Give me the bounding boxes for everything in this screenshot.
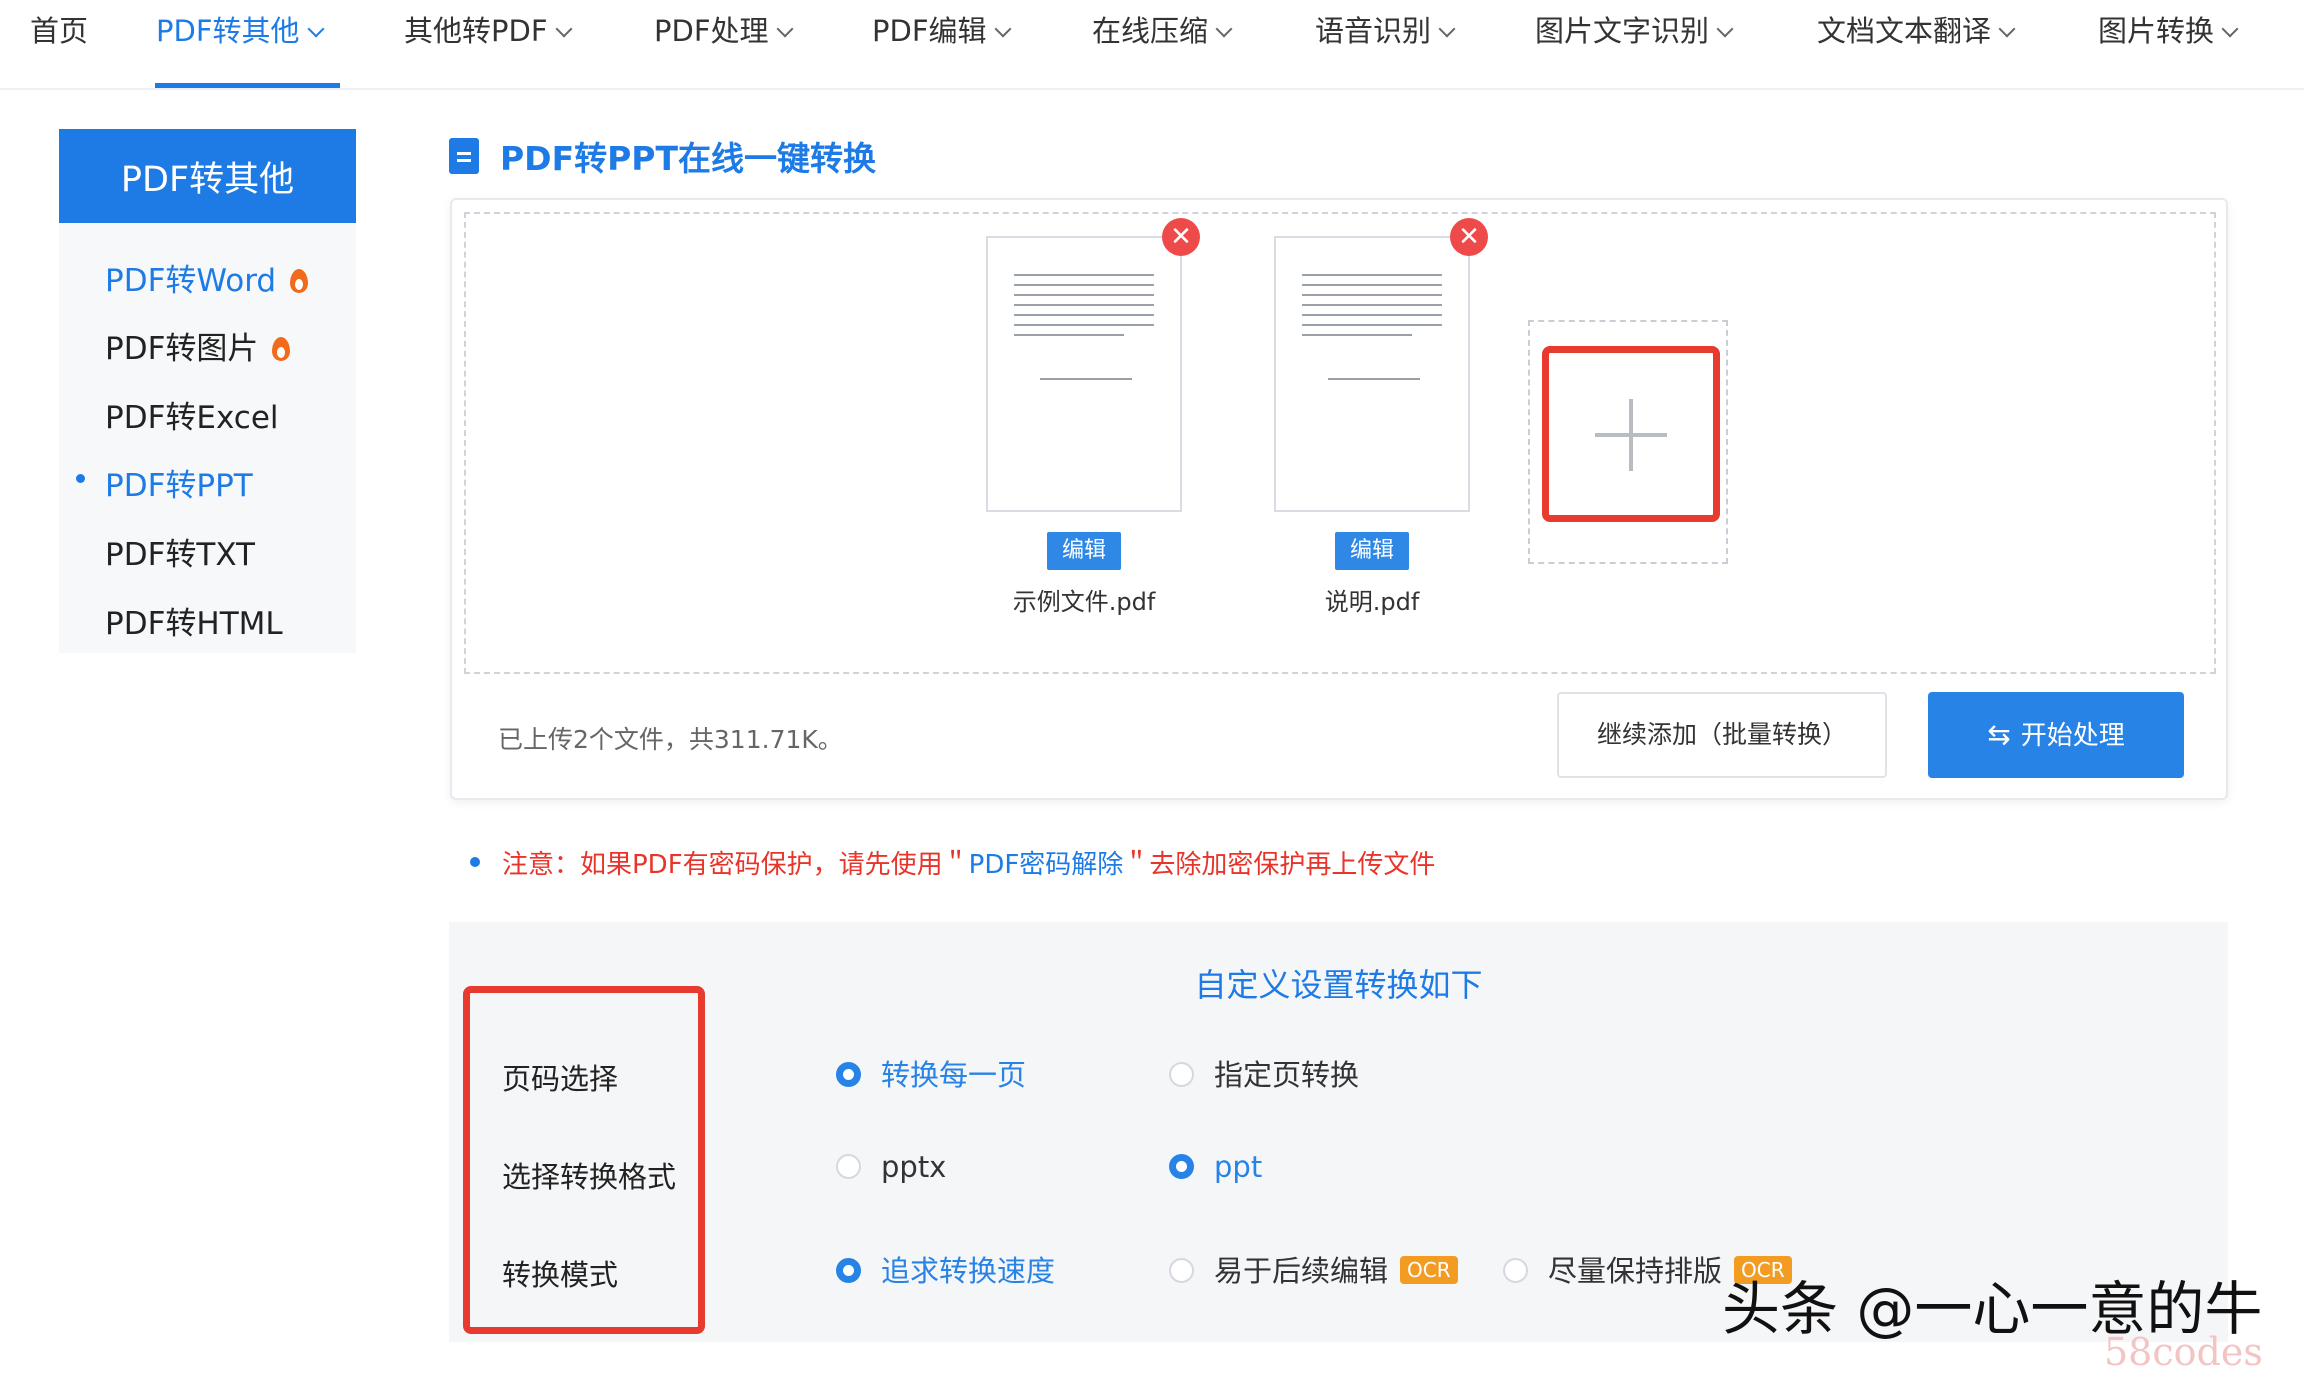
add-more-button[interactable]: 继续添加（批量转换）: [1557, 692, 1887, 778]
remove-file-button[interactable]: ✕: [1162, 218, 1200, 256]
chevron-down-icon: [555, 20, 572, 38]
nav-pdf-edit[interactable]: PDF编辑: [872, 0, 1011, 90]
remove-file-button[interactable]: ✕: [1450, 218, 1488, 256]
setting-label-mode: 转换模式: [502, 1258, 619, 1292]
file-card: ✕ 编辑 示例文件.pdf: [986, 218, 1200, 617]
sidebar-item-pdf-to-excel[interactable]: PDF转Excel: [105, 392, 279, 437]
edit-file-button[interactable]: 编辑: [1047, 532, 1121, 570]
setting-label-format: 选择转换格式: [502, 1160, 677, 1194]
chevron-down-icon: [1716, 20, 1734, 38]
chevron-down-icon: [1998, 20, 2016, 38]
radio-pptx[interactable]: pptx: [836, 1150, 946, 1184]
sidebar-item-pdf-to-txt[interactable]: PDF转TXT: [105, 529, 255, 574]
start-process-button[interactable]: ⇆ 开始处理: [1928, 692, 2184, 778]
nav-speech-recognition[interactable]: 语音识别: [1315, 0, 1456, 90]
file-card: ✕ 编辑 说明.pdf: [1274, 218, 1488, 617]
nav-image-convert[interactable]: 图片转换: [2098, 0, 2239, 90]
radio-ppt[interactable]: ppt: [1169, 1150, 1262, 1184]
chevron-down-icon: [1215, 20, 1233, 38]
nav-pdf-process[interactable]: PDF处理: [654, 0, 793, 90]
nav-home[interactable]: 首页: [30, 0, 88, 90]
file-name: 示例文件.pdf: [1012, 588, 1156, 616]
chevron-down-icon: [994, 20, 1011, 38]
radio-edit-friendly-mode[interactable]: 易于后续编辑 OCR: [1169, 1248, 1458, 1290]
nav-image-ocr[interactable]: 图片文字识别: [1535, 0, 1734, 90]
sidebar-title: PDF转其他: [59, 129, 356, 223]
chevron-down-icon: [2221, 20, 2239, 38]
setting-label-page-range: 页码选择: [502, 1062, 619, 1096]
sidebar-item-pdf-to-word[interactable]: PDF转Word: [105, 255, 309, 300]
active-bullet-icon: [76, 474, 85, 483]
edit-file-button[interactable]: 编辑: [1335, 532, 1409, 570]
highlight-box: [1542, 346, 1720, 522]
password-notice: 注意：如果PDF有密码保护，请先使用＂PDF密码解除＂去除加密保护再上传文件: [502, 850, 1436, 880]
sidebar-item-pdf-to-html[interactable]: PDF转HTML: [105, 598, 283, 643]
ocr-badge: OCR: [1400, 1256, 1458, 1284]
plus-icon: [1629, 399, 1633, 471]
settings-title: 自定义设置转换如下: [1194, 966, 1483, 1004]
top-navigation: 首页 PDF转其他 其他转PDF PDF处理 PDF编辑 在线压缩 语音识别 图…: [0, 0, 2304, 90]
hot-flame-icon: [272, 336, 291, 361]
nav-pdf-to-other[interactable]: PDF转其他: [156, 0, 324, 90]
nav-doc-translate[interactable]: 文档文本翻译: [1817, 0, 2016, 90]
page-title: PDF转PPT在线一键转换: [500, 139, 877, 178]
nav-other-to-pdf[interactable]: 其他转PDF: [404, 0, 572, 90]
chevron-down-icon: [1438, 20, 1456, 38]
watermark-sub: 58codes: [2104, 1330, 2263, 1374]
notice-bullet-icon: [470, 857, 480, 867]
sidebar-item-pdf-to-ppt[interactable]: PDF转PPT: [105, 460, 253, 505]
pdf-thumbnail[interactable]: ✕: [1274, 218, 1488, 512]
nav-online-compress[interactable]: 在线压缩: [1092, 0, 1233, 90]
upload-summary: 已上传2个文件，共311.71K。: [498, 725, 843, 754]
chevron-down-icon: [307, 20, 324, 38]
radio-convert-every-page[interactable]: 转换每一页: [836, 1052, 1026, 1094]
active-tab-indicator: [155, 83, 340, 88]
sidebar: PDF转其他 PDF转Word PDF转图片 PDF转Excel PDF转PPT…: [59, 129, 356, 653]
upload-panel: ✕ 编辑 示例文件.pdf ✕ 编辑 说明.pdf 已上传2个文件，共311.7…: [450, 198, 2228, 800]
add-file-box[interactable]: [1528, 320, 1728, 564]
pdf-password-remove-link[interactable]: PDF密码解除: [969, 850, 1124, 880]
sidebar-item-pdf-to-image[interactable]: PDF转图片: [105, 323, 291, 368]
swap-icon: ⇆: [1987, 718, 2011, 751]
file-name: 说明.pdf: [1324, 588, 1420, 616]
hot-flame-icon: [290, 268, 309, 293]
radio-specify-pages[interactable]: 指定页转换: [1169, 1052, 1359, 1094]
chevron-down-icon: [776, 20, 793, 38]
radio-speed-mode[interactable]: 追求转换速度: [836, 1248, 1055, 1290]
pdf-thumbnail[interactable]: ✕: [986, 218, 1200, 512]
